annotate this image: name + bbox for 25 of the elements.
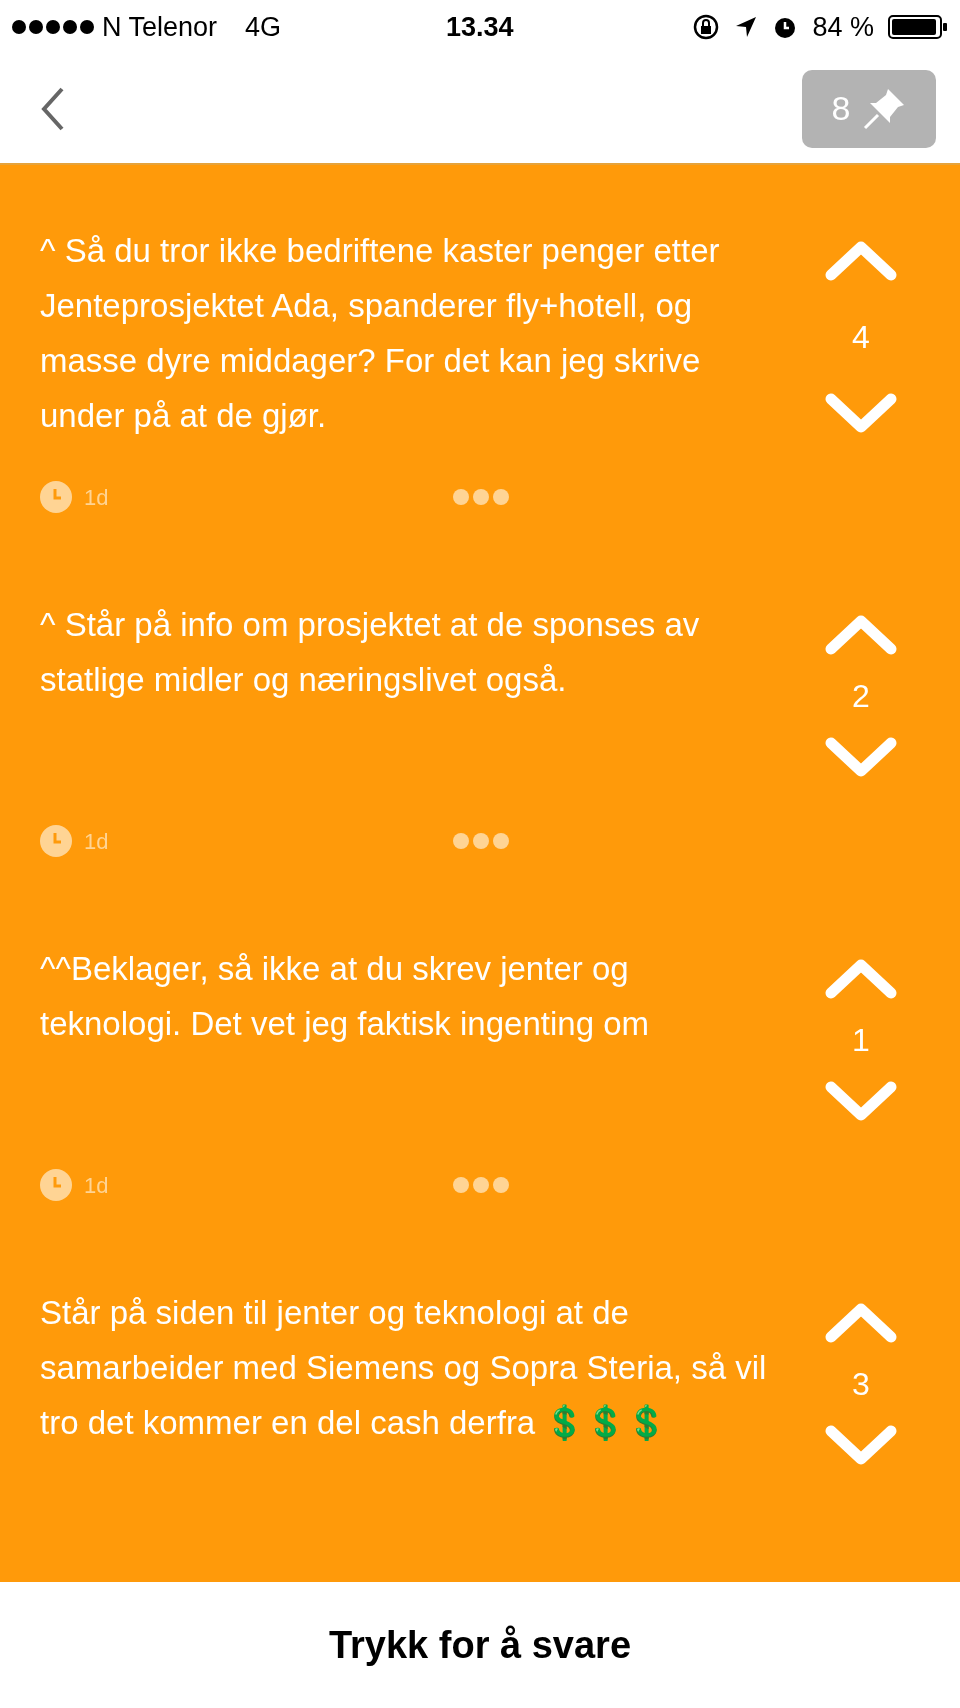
clock-icon [40, 825, 72, 857]
carrier-name: N Telenor [102, 10, 218, 44]
post-age: 1d [84, 1171, 109, 1200]
vote-count: 3 [852, 1365, 870, 1404]
location-arrow-icon [734, 15, 759, 39]
reply-button[interactable]: Trykk for å svare [328, 1616, 632, 1674]
rotation-lock-icon [692, 13, 721, 41]
post-text: Står på siden til jenter og teknologi at de samarbeider med Siemens og Sopra Steria, så vil tro det kommer en del cash derfra 💲💲💲 [39, 1293, 768, 1443]
network-type: 4G [245, 10, 282, 44]
pin-icon [862, 86, 907, 131]
vote-count: 1 [852, 1021, 870, 1060]
battery-icon [888, 14, 948, 40]
back-icon[interactable] [40, 85, 66, 132]
post-text: ^ Så du tror ikke bedriftene kaster penger etter Jenteprosjektet Ada, spanderer fly+hotell, og masse dyre middager? For det kan jeg skrive under på at de gjør. [39, 231, 721, 436]
post-text: ^^Beklager, så ikke at du skrev jenter og teknologi. Det vet jeg faktisk ingenting om [39, 949, 650, 1044]
battery-percentage: 84 % [812, 10, 874, 44]
clock-icon [40, 481, 72, 513]
vote-count: 2 [852, 677, 870, 716]
vote-count: 4 [852, 318, 870, 357]
signal-icon [12, 20, 94, 34]
post-text: ^ Står på info om prosjektet at de sponses av statlige midler og næringslivet også. [39, 605, 701, 700]
clock-time: 13.34 [446, 10, 514, 44]
post-age: 1d [84, 483, 109, 512]
post-age: 1d [84, 827, 109, 856]
clock-icon [40, 1169, 72, 1201]
